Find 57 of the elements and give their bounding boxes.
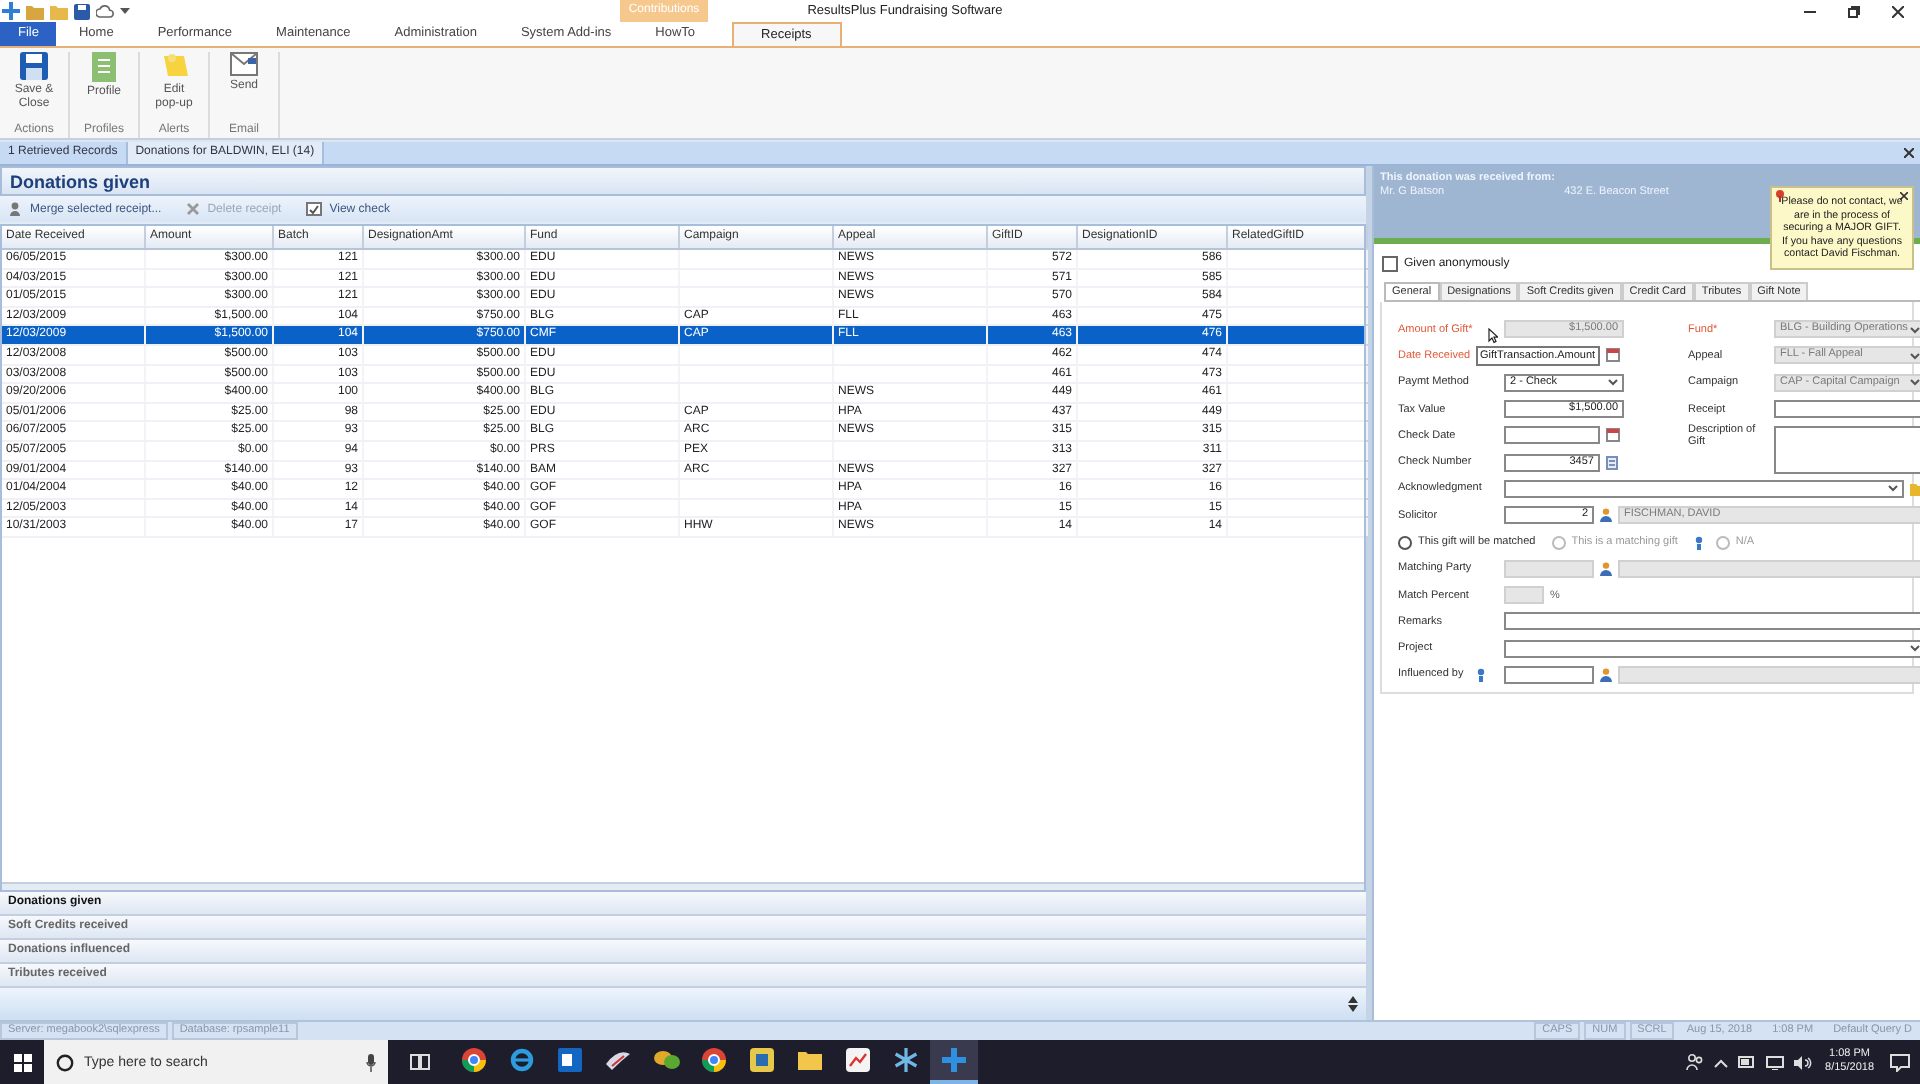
caret-icon: [1910, 325, 1920, 334]
caret-icon[interactable]: [120, 6, 130, 16]
close-icon[interactable]: [1900, 192, 1908, 200]
caret-icon: [1888, 484, 1898, 493]
ring-app-icon: [510, 1048, 534, 1072]
close-icon: [1892, 5, 1904, 17]
cursor-icon: [1488, 328, 1498, 344]
people-icon[interactable]: [1685, 1054, 1704, 1070]
cross-icon: [185, 202, 200, 216]
minimize-icon: [1804, 5, 1816, 17]
network-icon[interactable]: [1765, 1055, 1784, 1069]
check-image-icon: [305, 202, 322, 216]
person-icon[interactable]: [1600, 508, 1612, 523]
snowflake-icon: [894, 1048, 918, 1072]
chart-app-icon: [846, 1048, 870, 1072]
volume-icon[interactable]: [1793, 1055, 1812, 1069]
caret-icon: [1910, 644, 1920, 653]
sticky-note-icon: [159, 52, 189, 80]
code-field[interactable]: [1504, 666, 1594, 684]
person-icon: [8, 202, 22, 216]
microphone-icon[interactable]: [366, 1053, 376, 1071]
square-app-icon: [558, 1048, 582, 1072]
dropdown[interactable]: [1504, 639, 1920, 658]
plus-icon[interactable]: [2, 2, 20, 20]
task-view-icon[interactable]: [410, 1054, 430, 1070]
notification-icon[interactable]: [1890, 1053, 1910, 1071]
text-area[interactable]: [1774, 426, 1920, 475]
calendar-icon[interactable]: [1606, 348, 1620, 363]
close-icon[interactable]: [1904, 148, 1914, 158]
circle-icon: [56, 1053, 74, 1071]
text-field[interactable]: [1504, 612, 1920, 631]
caret-icon: [1608, 378, 1618, 387]
calendar-icon[interactable]: [1606, 428, 1620, 443]
caret-icon: [1910, 378, 1920, 387]
tile-app-icon: [750, 1048, 774, 1072]
four-squares-icon: [13, 1053, 31, 1071]
plus-app-icon: [942, 1048, 966, 1072]
cloud-icon[interactable]: [96, 4, 114, 18]
wing-app-icon: [606, 1048, 630, 1072]
text-field[interactable]: [1774, 400, 1920, 419]
checkbox[interactable]: [1382, 256, 1398, 272]
person-icon[interactable]: [1600, 561, 1612, 576]
dropdown[interactable]: [1504, 479, 1904, 498]
scroll-arrows-icon[interactable]: [1348, 996, 1358, 1012]
folder-icon: [798, 1050, 822, 1070]
battery-icon[interactable]: [1737, 1056, 1756, 1068]
person-icon[interactable]: [1600, 668, 1612, 682]
chat-bubbles-icon: [653, 1050, 679, 1070]
panel-title: Donations given: [10, 171, 151, 191]
circle-app-icon: [702, 1048, 726, 1072]
circle-app-icon: [462, 1048, 486, 1072]
caret-icon: [1910, 351, 1920, 360]
pin-icon: [1776, 190, 1784, 202]
chevron-up-icon[interactable]: [1713, 1057, 1728, 1067]
list-icon[interactable]: [1606, 455, 1618, 470]
restore-icon: [1848, 5, 1860, 17]
date-field[interactable]: [1504, 426, 1600, 445]
